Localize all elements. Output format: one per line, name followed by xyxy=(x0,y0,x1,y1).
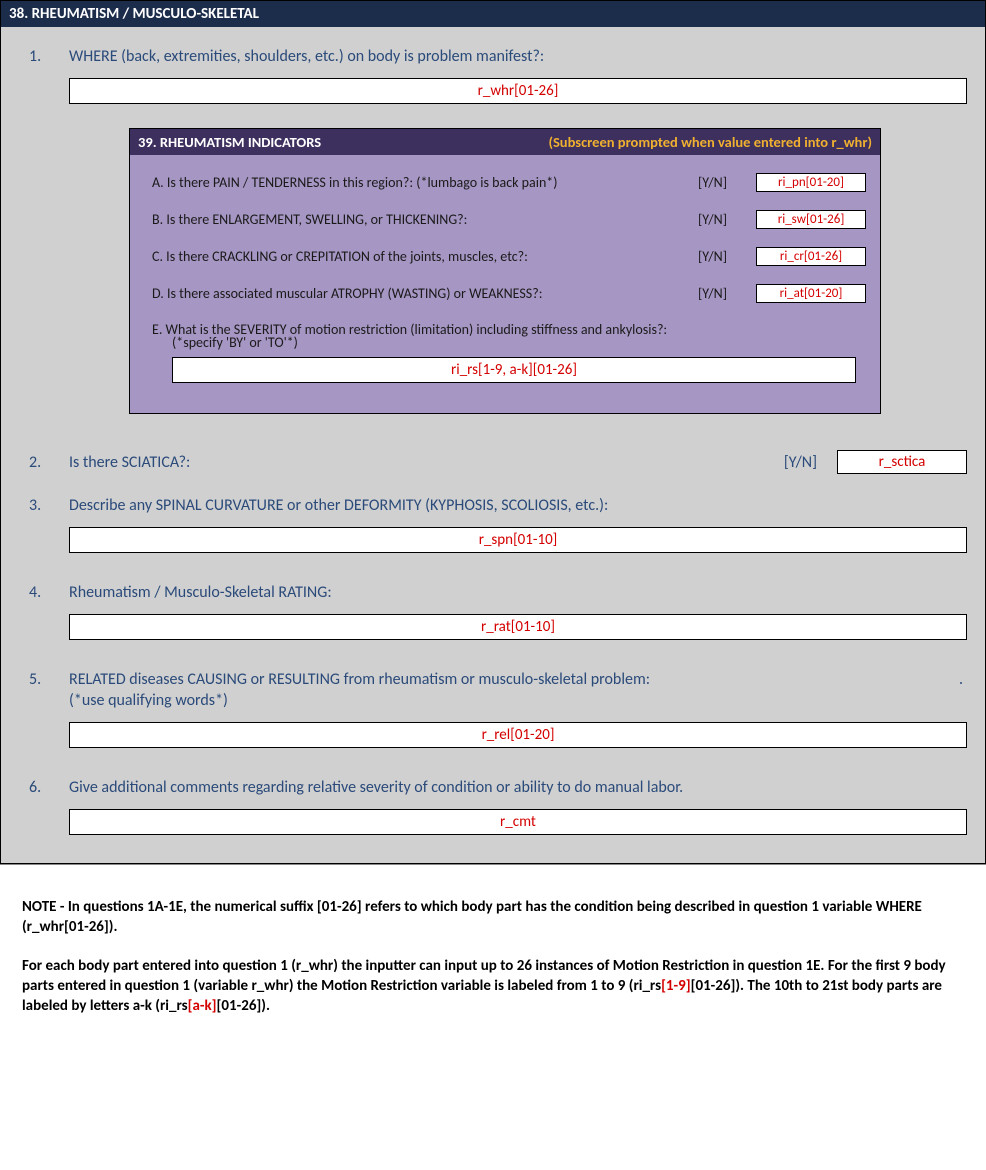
indicator-c-yn: [Y/N] xyxy=(698,248,748,265)
q5-label: RELATED diseases CAUSING or RESULTING fr… xyxy=(69,670,650,689)
footnote-1: NOTE - In questions 1A-1E, the numerical… xyxy=(22,897,964,938)
question-1: 1. WHERE (back, extremities, shoulders, … xyxy=(19,47,967,444)
q2-yn: [Y/N] xyxy=(784,453,817,472)
footnote-2: For each body part entered into question… xyxy=(22,956,964,1017)
q1-label: WHERE (back, extremities, shoulders, etc… xyxy=(69,47,967,66)
indicator-c-field[interactable]: ri_cr[01-26] xyxy=(756,247,866,266)
q2-label: Is there SCIATICA?: xyxy=(69,453,784,472)
footnote-block: NOTE - In questions 1A-1E, the numerical… xyxy=(0,865,986,1044)
indicator-d: D. Is there associated muscular ATROPHY … xyxy=(152,284,866,303)
question-6: 6. Give additional comments regarding re… xyxy=(19,778,967,835)
indicator-e-field[interactable]: ri_rs[1-9, a-k][01-26] xyxy=(172,357,856,383)
q1-answer-field[interactable]: r_whr[01-26] xyxy=(69,78,967,104)
indicator-b-label: B. Is there ENLARGEMENT, SWELLING, or TH… xyxy=(152,211,690,228)
q4-label: Rheumatism / Musculo-Skeletal RATING: xyxy=(69,583,967,602)
q5-answer-field[interactable]: r_rel[01-20] xyxy=(69,722,967,748)
q5-number: 5. xyxy=(19,670,69,772)
indicator-a-yn: [Y/N] xyxy=(698,174,748,191)
q4-number: 4. xyxy=(19,583,69,664)
q3-number: 3. xyxy=(19,496,69,577)
indicator-b-field[interactable]: ri_sw[01-26] xyxy=(756,210,866,229)
indicator-a-field[interactable]: ri_pn[01-20] xyxy=(756,173,866,192)
q6-label: Give additional comments regarding relat… xyxy=(69,778,967,797)
indicator-e: E. What is the SEVERITY of motion restri… xyxy=(152,321,866,383)
q2-number: 2. xyxy=(19,453,69,472)
q5-note: (*use qualifying words*) xyxy=(69,691,967,710)
indicator-c-label: C. Is there CRACKLING or CREPITATION of … xyxy=(152,248,690,265)
q6-answer-field[interactable]: r_cmt xyxy=(69,809,967,835)
q6-number: 6. xyxy=(19,778,69,835)
section-header: 38. RHEUMATISM / MUSCULO-SKELETAL xyxy=(1,1,985,27)
indicator-d-field[interactable]: ri_at[01-20] xyxy=(756,284,866,303)
indicator-b: B. Is there ENLARGEMENT, SWELLING, or TH… xyxy=(152,210,866,229)
q2-answer-field[interactable]: r_sctica xyxy=(837,450,967,474)
q5-label-row: RELATED diseases CAUSING or RESULTING fr… xyxy=(69,670,967,689)
subscreen-title: 39. RHEUMATISM INDICATORS xyxy=(138,133,321,151)
q3-answer-field[interactable]: r_spn[01-10] xyxy=(69,527,967,553)
question-2: 2. Is there SCIATICA?: [Y/N] r_sctica xyxy=(19,450,967,474)
indicator-b-yn: [Y/N] xyxy=(698,211,748,228)
subscreen-39: 39. RHEUMATISM INDICATORS (Subscreen pro… xyxy=(129,128,881,414)
indicator-a-label: A. Is there PAIN / TENDERNESS in this re… xyxy=(152,174,690,191)
question-3: 3. Describe any SPINAL CURVATURE or othe… xyxy=(19,496,967,577)
q4-answer-field[interactable]: r_rat[01-10] xyxy=(69,614,967,640)
subscreen-subtitle: (Subscreen prompted when value entered i… xyxy=(548,133,872,151)
form-section-38: 38. RHEUMATISM / MUSCULO-SKELETAL 1. WHE… xyxy=(0,0,986,864)
q1-number: 1. xyxy=(19,47,69,444)
indicator-d-yn: [Y/N] xyxy=(698,285,748,302)
question-4: 4. Rheumatism / Musculo-Skeletal RATING:… xyxy=(19,583,967,664)
q3-label: Describe any SPINAL CURVATURE or other D… xyxy=(69,496,967,515)
question-5: 5. RELATED diseases CAUSING or RESULTING… xyxy=(19,670,967,772)
footnote-2-red1: [1-9] xyxy=(661,977,691,995)
subscreen-body: A. Is there PAIN / TENDERNESS in this re… xyxy=(130,155,880,413)
indicator-d-label: D. Is there associated muscular ATROPHY … xyxy=(152,285,690,302)
footnote-2-part3: [01-26]). xyxy=(217,997,270,1015)
indicator-c: C. Is there CRACKLING or CREPITATION of … xyxy=(152,247,866,266)
section-content: 1. WHERE (back, extremities, shoulders, … xyxy=(1,27,985,863)
q5-dot: . xyxy=(959,670,967,689)
footnote-2-red2: [a-k] xyxy=(188,997,217,1015)
indicator-a: A. Is there PAIN / TENDERNESS in this re… xyxy=(152,173,866,192)
subscreen-header: 39. RHEUMATISM INDICATORS (Subscreen pro… xyxy=(130,129,880,155)
